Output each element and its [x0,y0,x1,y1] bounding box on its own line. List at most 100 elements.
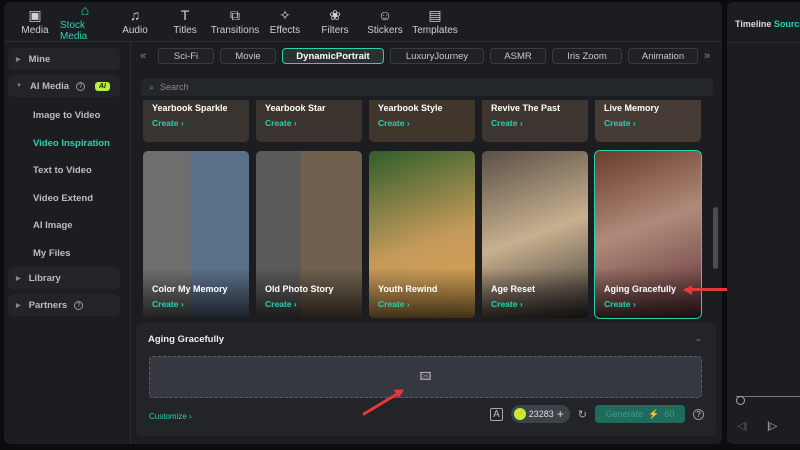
tag-iris-zoom[interactable]: Iris Zoom [552,48,622,64]
template-card[interactable]: Old Photo Story Create › [256,151,362,318]
sidebar-item-ai-image[interactable]: AI Image [8,212,120,240]
sidebar-item-video-inspiration[interactable]: Video Inspiration [8,130,120,158]
tag-asmr[interactable]: ASMR [490,48,546,64]
search-input[interactable]: ⌕ Search [141,78,713,96]
sidebar: ▶ Mine ▼ AI Media? AI Image to Video Video I… [8,48,120,321]
stock-media-icon: ⌂ [80,2,90,18]
tag-dynamicportrait[interactable]: DynamicPortrait [282,48,384,64]
help-icon[interactable]: ? [693,408,704,420]
credits-count: 23283 [528,409,554,419]
tool-label: Templates [412,25,458,36]
chevron-down-icon[interactable]: ⌄ [694,333,702,344]
template-card[interactable]: Age Reset Create › [482,151,588,318]
card-title: Youth Rewind [378,284,438,294]
double-chevron-left-icon[interactable]: « [140,50,152,62]
credits-badge[interactable]: ⚡ 23283 + [510,405,570,423]
tool-filters[interactable]: ❀ Filters [310,2,360,41]
card-title: Revive The Past [491,103,561,113]
create-link[interactable]: Create › [265,299,297,309]
generate-button[interactable]: Generate ⚡ 60 [595,405,685,423]
tab-timeline[interactable]: Timeline [735,19,771,29]
sidebar-item-video-extend[interactable]: Video Extend [8,185,120,213]
add-credits-icon[interactable]: + [557,407,564,421]
card-title: Yearbook Star [265,103,326,113]
next-frame-icon[interactable]: |▷ [767,421,777,432]
tool-audio[interactable]: ♫ Audio [110,2,160,41]
template-card[interactable]: Yearbook Style Create › [369,100,475,142]
sidebar-item-image-to-video[interactable]: Image to Video [8,102,120,130]
card-title: Yearbook Sparkle [152,103,228,113]
divider [727,42,800,43]
divider [130,42,131,444]
tab-source[interactable]: Source [774,19,800,29]
sidebar-item-my-files[interactable]: My Files [8,240,120,268]
create-link[interactable]: Create › [604,299,636,309]
tool-label: Titles [173,25,197,36]
transitions-icon: ⧉ [230,7,240,23]
create-link[interactable]: Create › [491,118,523,128]
tag-luxuryjourney[interactable]: LuxuryJourney [390,48,484,64]
tool-label: Filters [321,25,349,36]
tool-stickers[interactable]: ☺ Stickers [360,2,410,41]
ai-image-icon[interactable]: A [490,407,503,421]
tool-label: Effects [269,25,301,36]
label: Library [28,272,61,284]
generate-label: Generate [605,409,644,419]
sidebar-item-ai-media[interactable]: ▼ AI Media? AI [8,75,120,97]
image-upload-area[interactable]: 🖾 [149,356,702,398]
tag-sci-fi[interactable]: Sci-Fi [158,48,214,64]
create-link[interactable]: Create › [378,118,410,128]
category-tags: « Sci-Fi Movie DynamicPortrait LuxuryJourney… [140,46,720,66]
sidebar-item-library[interactable]: ▶ Library [8,267,120,289]
template-card[interactable]: Youth Rewind Create › [369,151,475,318]
playback-slider[interactable] [736,396,800,397]
template-card[interactable]: Live Memory Create › [595,100,701,142]
scrollbar[interactable] [713,207,718,269]
create-link[interactable]: Create › [491,299,523,309]
media-icon: ▣ [28,7,42,23]
caret-right-icon: ▶ [16,302,21,309]
help-icon[interactable]: ? [76,81,86,91]
create-link[interactable]: Create › [152,118,184,128]
generate-cost: 60 [664,409,675,419]
tool-media[interactable]: ▣ Media [10,2,60,41]
tool-stock-media[interactable]: ⌂ Stock Media [60,2,110,42]
tag-animation[interactable]: Animation [628,48,698,64]
sidebar-item-text-to-video[interactable]: Text to Video [8,157,120,185]
panel-title: Aging Gracefully [148,334,225,345]
template-card[interactable]: Yearbook Star Create › [256,100,362,142]
card-title: Yearbook Style [378,103,443,113]
titles-icon: T [180,7,190,23]
tool-transitions[interactable]: ⧉ Transitions [210,2,260,41]
template-card[interactable]: Yearbook Sparkle Create › [143,100,249,142]
template-card[interactable]: Revive The Past Create › [482,100,588,142]
tag-movie[interactable]: Movie [220,48,276,64]
template-card[interactable]: Color My Memory Create › [143,151,249,318]
previous-frame-icon[interactable]: ◁| [737,421,747,432]
templates-icon: ▤ [428,7,442,23]
create-link[interactable]: Create › [378,299,410,309]
tool-label: Media [21,25,49,36]
filters-icon: ❀ [329,7,341,23]
preview-panel: Timeline Source ◁| |▷ [727,2,800,444]
customize-link[interactable]: Customize › [149,412,192,421]
tool-label: Audio [122,25,148,36]
customize-label: Customize [149,412,187,421]
create-link[interactable]: Create › [604,118,636,128]
double-chevron-right-icon[interactable]: » [704,50,716,62]
sidebar-item-mine[interactable]: ▶ Mine [8,48,120,70]
effects-icon: ✧ [279,7,291,23]
tool-titles[interactable]: T Titles [160,2,210,41]
create-link[interactable]: Create › [265,118,297,128]
tool-effects[interactable]: ✧ Effects [260,2,310,41]
help-icon[interactable]: ? [74,300,84,310]
label: AI Media [29,80,70,92]
sidebar-item-partners[interactable]: ▶ Partners? [8,294,120,316]
ai-badge: AI [95,81,110,91]
create-link[interactable]: Create › [152,299,184,309]
stickers-icon: ☺ [377,7,393,23]
refresh-icon[interactable]: ↻ [578,408,587,421]
playhead-handle[interactable] [736,396,745,405]
tool-templates[interactable]: ▤ Templates [410,2,460,41]
toolbar: ▣ Media ⌂ Stock Media ♫ Audio T Titles ⧉ Transiti… [4,2,722,42]
